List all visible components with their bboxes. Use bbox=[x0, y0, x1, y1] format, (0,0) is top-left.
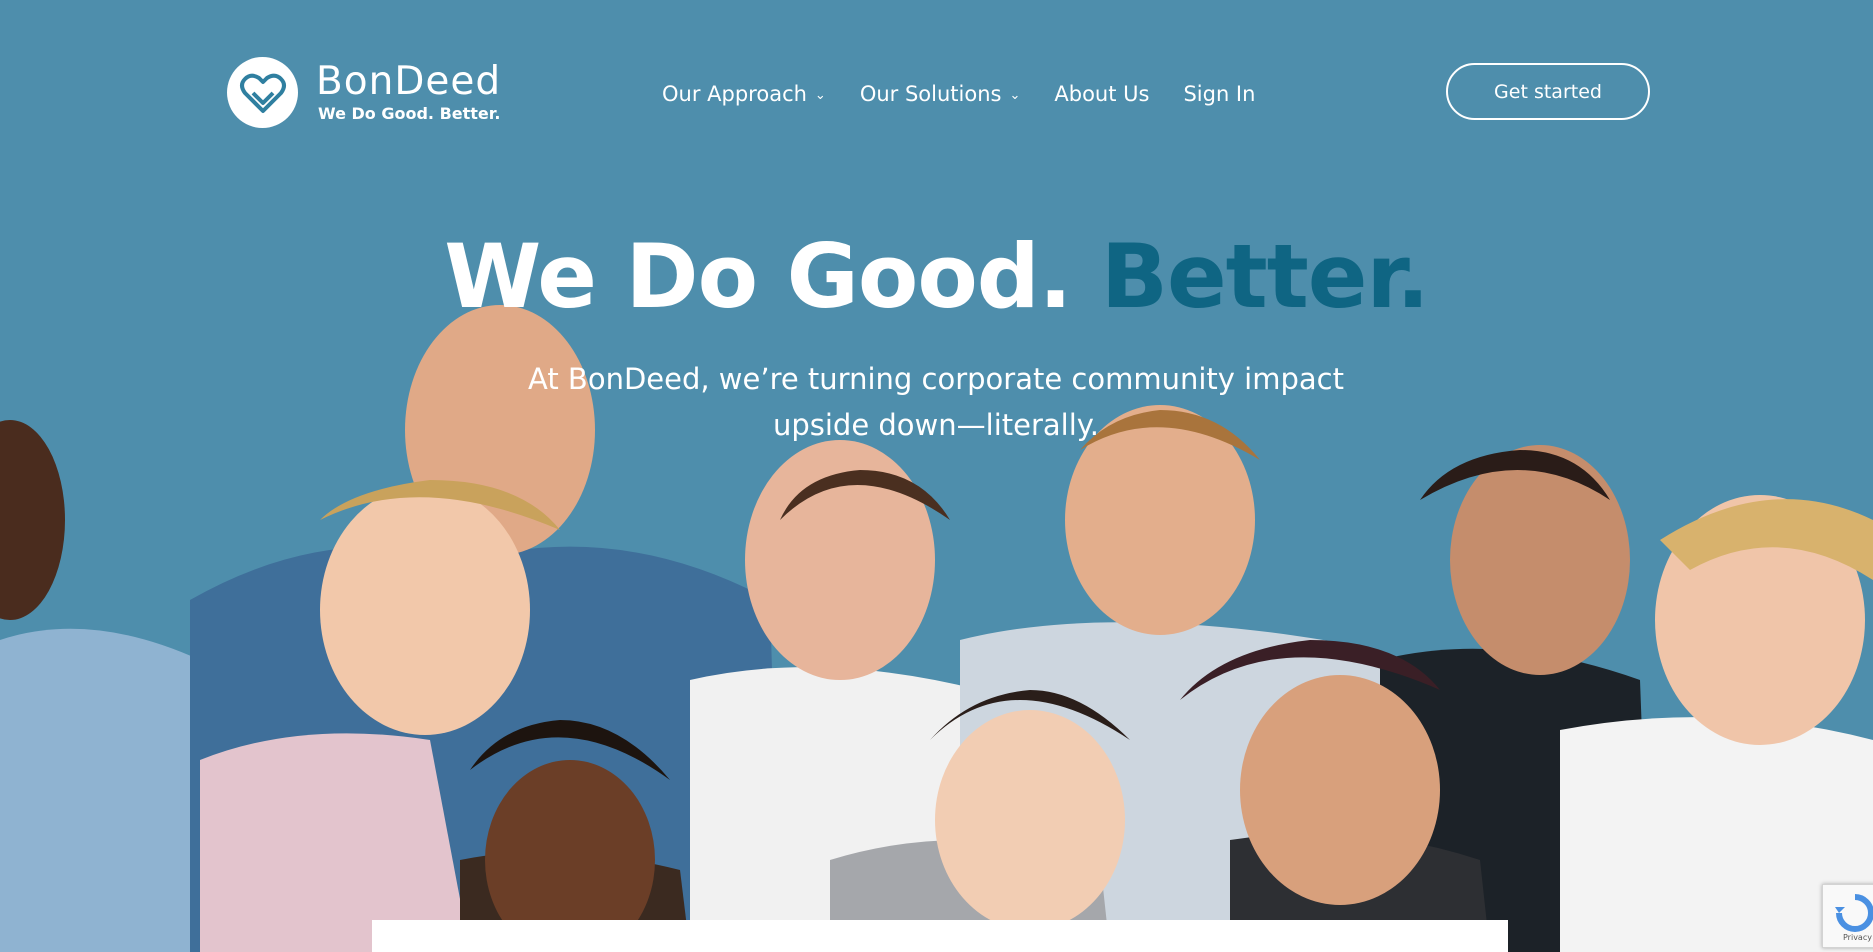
recaptcha-terms[interactable]: Privacy - Terms bbox=[1843, 933, 1873, 942]
chevron-down-icon: ⌄ bbox=[814, 88, 826, 103]
recaptcha-icon bbox=[1835, 894, 1873, 932]
nav-item-label: Sign In bbox=[1183, 82, 1256, 106]
brand-tagline: We Do Good. Better. bbox=[318, 103, 501, 123]
nav-item-our-solutions[interactable]: Our Solutions ⌄ bbox=[860, 82, 1021, 106]
headline-part-1: We Do Good. bbox=[444, 225, 1072, 328]
content-card bbox=[372, 920, 1508, 952]
headline-part-2: Better. bbox=[1100, 225, 1430, 328]
nav-item-sign-in[interactable]: Sign In bbox=[1183, 82, 1255, 106]
brand-name: BonDeed bbox=[316, 58, 502, 104]
brand-logo[interactable]: BonDeed We Do Good. Better. bbox=[227, 57, 501, 128]
hero-headline: We Do Good. Better. bbox=[0, 222, 1873, 332]
hero-section: BonDeed We Do Good. Better. Our Approach… bbox=[0, 0, 1873, 952]
main-nav: Our Approach ⌄ Our Solutions ⌄ About Us … bbox=[662, 82, 1289, 106]
nav-item-label: About Us bbox=[1054, 82, 1150, 106]
nav-item-about-us[interactable]: About Us bbox=[1054, 82, 1149, 106]
recaptcha-badge[interactable]: Privacy - Terms bbox=[1822, 884, 1873, 948]
hero-subheadline: At BonDeed, we’re turning corporate comm… bbox=[528, 362, 1344, 442]
heart-logo-icon bbox=[227, 57, 298, 128]
hero-photo-people bbox=[0, 305, 1873, 952]
nav-item-label: Our Approach bbox=[662, 82, 807, 106]
nav-item-label: Our Solutions bbox=[859, 82, 1002, 106]
get-started-button[interactable]: Get started bbox=[1446, 63, 1650, 120]
nav-item-our-approach[interactable]: Our Approach ⌄ bbox=[662, 82, 826, 106]
chevron-down-icon: ⌄ bbox=[1009, 88, 1021, 103]
